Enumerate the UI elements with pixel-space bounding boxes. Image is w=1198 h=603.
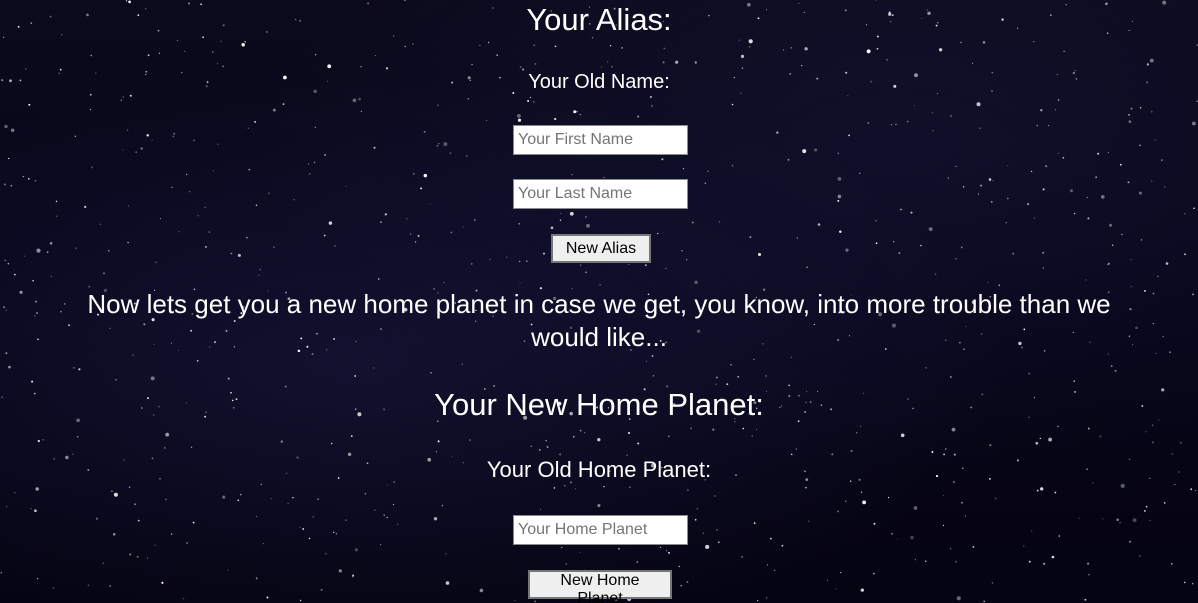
last-name-input[interactable]: [513, 179, 688, 209]
new-alias-button[interactable]: New Alias: [551, 234, 651, 263]
home-planet-input[interactable]: [513, 515, 688, 545]
alias-heading: Your Alias:: [526, 2, 672, 37]
first-name-input[interactable]: [513, 125, 688, 155]
old-name-label: Your Old Name:: [528, 71, 670, 93]
new-home-planet-button[interactable]: New Home Planet: [528, 570, 672, 603]
old-home-planet-label: Your Old Home Planet:: [486, 457, 712, 482]
intro-text: Now lets get you a new home planet in ca…: [87, 289, 1111, 352]
home-planet-heading: Your New Home Planet:: [434, 387, 764, 422]
